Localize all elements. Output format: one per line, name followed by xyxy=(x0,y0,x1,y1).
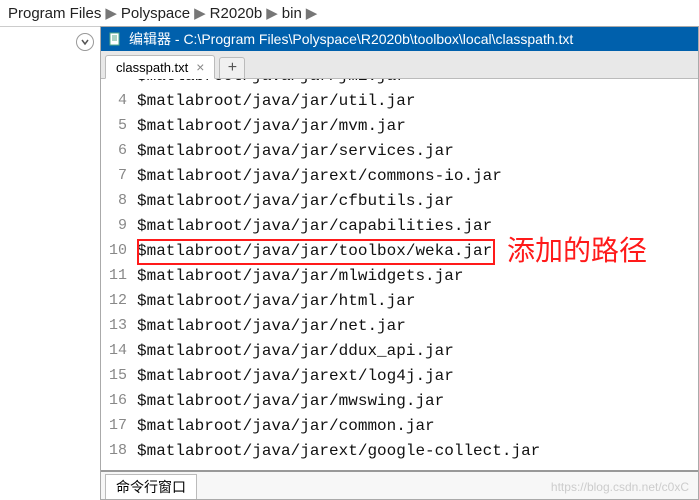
code-line[interactable]: 15$matlabroot/java/jarext/log4j.jar xyxy=(101,363,698,388)
crumb-2[interactable]: R2020b xyxy=(208,5,265,22)
editor-title-text: 编辑器 - C:\Program Files\Polyspace\R2020b\… xyxy=(129,29,573,49)
chevron-right-icon: ▶ xyxy=(192,4,208,22)
line-number: 11 xyxy=(101,267,137,284)
document-icon xyxy=(107,31,123,47)
line-text: $matlabroot/java/jar/capabilities.jar xyxy=(137,217,492,235)
breadcrumb[interactable]: Program Files ▶ Polyspace ▶ R2020b ▶ bin… xyxy=(0,0,699,26)
line-number: 8 xyxy=(101,192,137,209)
collapse-arrow-icon[interactable] xyxy=(76,33,94,51)
code-line[interactable]: 16$matlabroot/java/jar/mwswing.jar xyxy=(101,388,698,413)
code-line[interactable]: 17$matlabroot/java/jar/common.jar xyxy=(101,413,698,438)
line-text: $matlabroot/java/jar/services.jar xyxy=(137,142,454,160)
line-text: $matlabroot/java/jar/ddux_api.jar xyxy=(137,342,454,360)
command-window-panel: 命令行窗口 xyxy=(101,470,698,499)
code-line[interactable]: 13$matlabroot/java/jar/net.jar xyxy=(101,313,698,338)
line-text: $matlabroot/java/jar/util.jar xyxy=(137,92,415,110)
line-number: 5 xyxy=(101,117,137,134)
line-number: 12 xyxy=(101,292,137,309)
line-number: 13 xyxy=(101,317,137,334)
command-window-tab[interactable]: 命令行窗口 xyxy=(105,474,197,499)
line-number: 6 xyxy=(101,142,137,159)
line-text: $matlabroot/java/jar/jmi.jar xyxy=(137,79,406,85)
line-number: 18 xyxy=(101,442,137,459)
line-text: $matlabroot/java/jar/html.jar xyxy=(137,292,415,310)
code-line[interactable]: 3$matlabroot/java/jar/jmi.jar xyxy=(101,79,698,88)
line-number: 17 xyxy=(101,417,137,434)
line-text: $matlabroot/java/jarext/google-collect.j… xyxy=(137,442,540,460)
new-tab-button[interactable]: + xyxy=(219,57,245,79)
chevron-right-icon: ▶ xyxy=(304,4,320,22)
chevron-right-icon: ▶ xyxy=(264,4,280,22)
code-line[interactable]: 7$matlabroot/java/jarext/commons-io.jar xyxy=(101,163,698,188)
code-line[interactable]: 6$matlabroot/java/jar/services.jar xyxy=(101,138,698,163)
line-text: $matlabroot/java/jar/mvm.jar xyxy=(137,117,406,135)
tab-label: classpath.txt xyxy=(116,60,188,75)
crumb-1[interactable]: Polyspace xyxy=(119,5,192,22)
line-number: 10 xyxy=(101,242,137,259)
code-line[interactable]: 12$matlabroot/java/jar/html.jar xyxy=(101,288,698,313)
code-line[interactable]: 5$matlabroot/java/jar/mvm.jar xyxy=(101,113,698,138)
line-number: 14 xyxy=(101,342,137,359)
tab-classpath[interactable]: classpath.txt × xyxy=(105,55,215,79)
editor-tab-strip: classpath.txt × + xyxy=(101,51,698,79)
line-number: 15 xyxy=(101,367,137,384)
line-text: $matlabroot/java/jarext/log4j.jar xyxy=(137,367,454,385)
crumb-3[interactable]: bin xyxy=(280,5,304,22)
line-number: 9 xyxy=(101,217,137,234)
code-line[interactable]: 4$matlabroot/java/jar/util.jar xyxy=(101,88,698,113)
editor-title-bar: 编辑器 - C:\Program Files\Polyspace\R2020b\… xyxy=(101,27,698,51)
close-icon[interactable]: × xyxy=(196,59,204,75)
code-line[interactable]: 8$matlabroot/java/jar/cfbutils.jar xyxy=(101,188,698,213)
line-number: 4 xyxy=(101,92,137,109)
line-text: $matlabroot/java/jar/toolbox/weka.jar xyxy=(137,242,492,260)
line-number: 16 xyxy=(101,392,137,409)
line-text: $matlabroot/java/jar/net.jar xyxy=(137,317,406,335)
line-number: 7 xyxy=(101,167,137,184)
line-text: $matlabroot/java/jar/mwswing.jar xyxy=(137,392,444,410)
line-text: $matlabroot/java/jar/common.jar xyxy=(137,417,435,435)
code-line[interactable]: 18$matlabroot/java/jarext/google-collect… xyxy=(101,438,698,463)
chevron-right-icon: ▶ xyxy=(103,4,119,22)
annotation-label: 添加的路径 xyxy=(507,229,647,269)
crumb-0[interactable]: Program Files xyxy=(6,5,103,22)
code-editor[interactable]: 3$matlabroot/java/jar/jmi.jar4$matlabroo… xyxy=(101,79,698,470)
line-text: $matlabroot/java/jar/cfbutils.jar xyxy=(137,192,454,210)
sidebar-collapsed xyxy=(0,26,100,500)
line-text: $matlabroot/java/jar/mlwidgets.jar xyxy=(137,267,463,285)
editor-panel: 编辑器 - C:\Program Files\Polyspace\R2020b\… xyxy=(100,26,699,500)
line-number: 3 xyxy=(101,79,137,84)
line-text: $matlabroot/java/jarext/commons-io.jar xyxy=(137,167,502,185)
code-line[interactable]: 14$matlabroot/java/jar/ddux_api.jar xyxy=(101,338,698,363)
